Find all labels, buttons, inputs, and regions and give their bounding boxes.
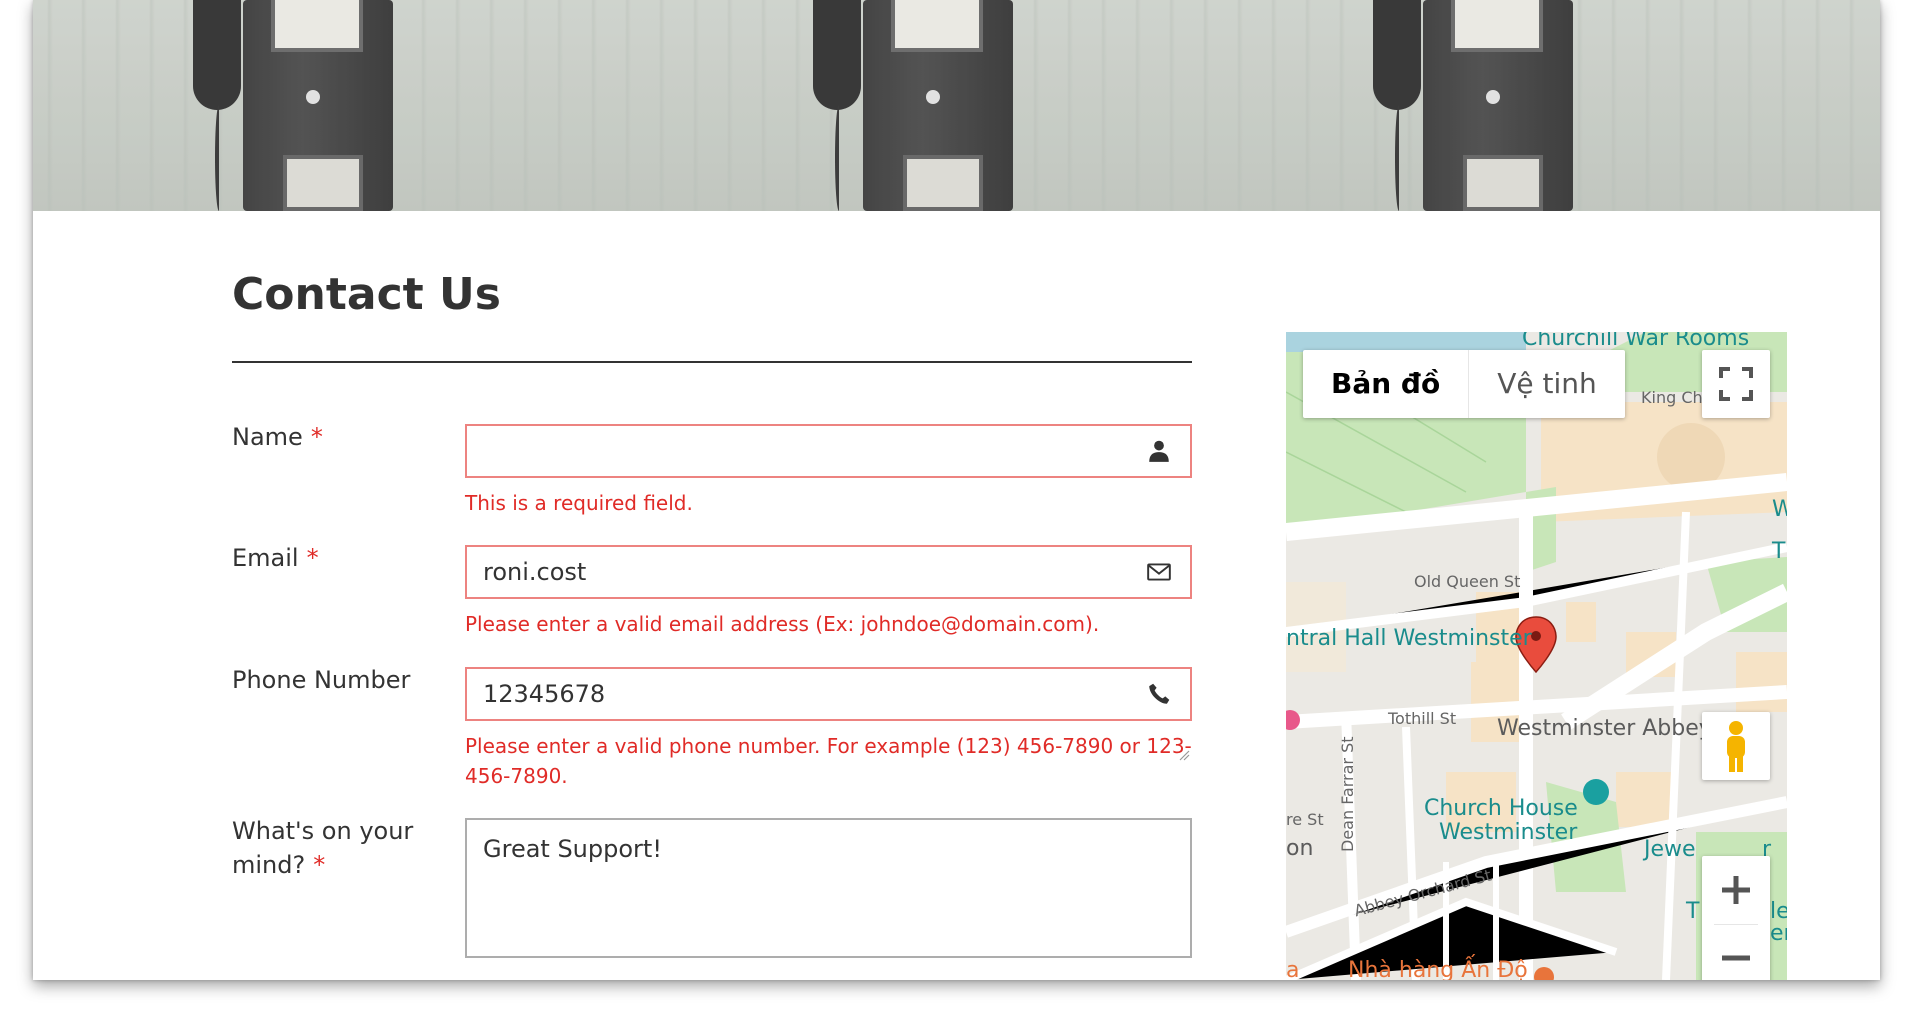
zoom-out-button[interactable]: [1702, 924, 1770, 980]
map-label-westminster-abbey: Westminster Abbey: [1497, 716, 1712, 741]
phone-label: Phone Number: [232, 666, 411, 694]
required-marker: *: [306, 544, 319, 572]
phone-icon: [1149, 683, 1170, 704]
map-label-edge: a: [1286, 958, 1300, 980]
message-label: What's on your mind? *: [232, 817, 414, 879]
map-label-edge: T: [1686, 899, 1700, 924]
zoom-in-button[interactable]: [1702, 856, 1770, 924]
map-label-street: King Ch: [1641, 388, 1703, 407]
map-embed[interactable]: Churchill War Rooms King Ch W T Old Quee…: [1286, 332, 1787, 980]
map-label-street: Dean Farrar St: [1338, 736, 1357, 852]
name-label: Name *: [232, 423, 323, 451]
required-marker: *: [313, 851, 326, 879]
zoom-control: [1702, 856, 1770, 980]
envelope-icon: [1147, 563, 1171, 581]
title-divider: [232, 361, 1192, 363]
tab-map[interactable]: Bản đồ: [1303, 350, 1470, 418]
hero-banner: [33, 0, 1880, 211]
fullscreen-button[interactable]: [1702, 350, 1770, 418]
street-view-button[interactable]: [1702, 712, 1770, 780]
page-title: Contact Us: [232, 269, 501, 320]
email-label: Email *: [232, 544, 319, 572]
map-label-edge: re St: [1286, 810, 1324, 829]
map-label-churchill: Churchill War Rooms: [1522, 332, 1750, 351]
map-label-church-house: Westminster: [1439, 820, 1578, 845]
map-label-street: Tothill St: [1388, 709, 1457, 728]
map-type-tabs: Bản đồ Vệ tinh: [1303, 350, 1625, 418]
map-label-restaurant: Nhà hàng Ấn Độ: [1348, 958, 1528, 980]
pegman-icon: [1727, 721, 1745, 772]
contact-content: Contact Us Name * This is a required fiel…: [33, 211, 1880, 980]
plus-icon: [1722, 876, 1750, 904]
map-label-edge: en: [1770, 921, 1787, 946]
phone-input[interactable]: 12345678: [465, 667, 1192, 721]
map-label-jewel: Jewe: [1644, 837, 1696, 862]
name-input[interactable]: [465, 424, 1192, 478]
resize-grip-icon[interactable]: [1178, 749, 1190, 761]
phone-error: Please enter a valid phone number. For e…: [465, 734, 1192, 788]
user-icon: [1149, 440, 1169, 462]
map-label-edge: W: [1772, 497, 1787, 522]
name-error: This is a required field.: [465, 491, 693, 515]
map-label-central-hall: ntral Hall Westminster: [1286, 626, 1532, 651]
required-marker: *: [310, 423, 323, 451]
message-textarea[interactable]: Great Support!: [465, 818, 1192, 958]
map-label-church-house: Church House: [1424, 796, 1578, 821]
tab-satellite[interactable]: Vệ tinh: [1469, 350, 1625, 418]
minus-icon: [1722, 955, 1750, 961]
map-label-edge: T: [1772, 539, 1786, 564]
email-input[interactable]: roni.cost: [465, 545, 1192, 599]
page-card: Contact Us Name * This is a required fiel…: [33, 0, 1880, 980]
map-label-street: Old Queen St: [1414, 572, 1521, 591]
email-error: Please enter a valid email address (Ex: …: [465, 612, 1100, 636]
map-label-edge: on: [1286, 836, 1314, 861]
fullscreen-icon: [1719, 367, 1753, 401]
